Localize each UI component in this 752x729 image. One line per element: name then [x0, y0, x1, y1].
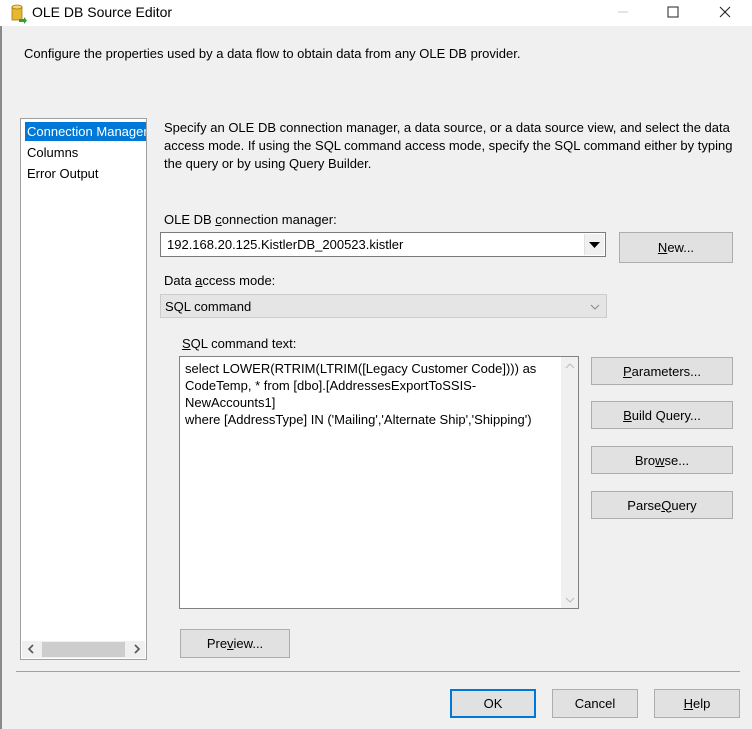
sql-command-text[interactable]: select LOWER(RTRIM(LTRIM([Legacy Custome… [185, 360, 555, 428]
sql-command-textarea[interactable]: select LOWER(RTRIM(LTRIM([Legacy Custome… [179, 356, 579, 609]
parameters-button[interactable]: Parameters... [591, 357, 733, 385]
label-part: OLE DB [164, 212, 216, 227]
data-access-mode-select[interactable]: SQL command [160, 294, 607, 318]
minimize-icon [617, 6, 629, 21]
label-part: Data [164, 273, 196, 288]
button-label: se... [664, 452, 690, 468]
access-key: Q [661, 497, 672, 513]
close-button[interactable] [702, 0, 748, 26]
scroll-right-button[interactable] [128, 641, 145, 658]
access-key: H [683, 696, 694, 711]
chevron-down-icon [565, 592, 575, 607]
scroll-up-button[interactable] [561, 357, 578, 374]
nav-item-error-output[interactable]: Error Output [25, 164, 146, 183]
new-connection-button[interactable]: New... [619, 232, 733, 263]
maximize-button[interactable] [650, 0, 696, 26]
build-query-button[interactable]: Build Query... [591, 401, 733, 429]
access-key: N [657, 240, 668, 255]
nav-item-connection-manager[interactable]: Connection Manager [25, 122, 146, 141]
sql-vertical-scrollbar[interactable] [561, 357, 578, 608]
chevron-right-icon [133, 642, 141, 657]
parse-query-button[interactable]: Parse Query [591, 491, 733, 519]
button-label: iew... [233, 636, 264, 651]
dropdown-arrow-icon [589, 237, 600, 252]
browse-button[interactable]: Bro w se... [591, 446, 733, 474]
page-navigation-list[interactable]: Connection Manager Columns Error Output [20, 118, 147, 660]
data-access-mode-value: SQL command [165, 299, 252, 314]
chevron-up-icon [565, 358, 575, 373]
maximize-icon [667, 6, 679, 21]
access-key: P [622, 363, 632, 379]
button-label: Bro [634, 452, 656, 468]
ok-button[interactable]: OK [450, 689, 536, 718]
scroll-down-button[interactable] [561, 591, 578, 608]
label-part: ccess mode: [202, 273, 276, 288]
label-part: onnection manager: [221, 212, 337, 227]
button-label: Cancel [574, 696, 616, 711]
button-label: arameters... [631, 363, 702, 379]
button-label: uery [671, 497, 697, 513]
scroll-thumb[interactable] [42, 642, 125, 657]
window-title: OLE DB Source Editor [32, 4, 173, 20]
title-bar: OLE DB Source Editor [0, 0, 752, 26]
nav-horizontal-scrollbar[interactable] [22, 641, 145, 658]
chevron-left-icon [27, 642, 35, 657]
cancel-button[interactable]: Cancel [552, 689, 638, 718]
chevron-down-icon [590, 299, 600, 314]
footer-separator [16, 671, 740, 672]
sql-command-label: SQL command text: [182, 336, 296, 351]
window-edge [0, 26, 2, 729]
preview-button[interactable]: Pre v iew... [180, 629, 290, 658]
label-part: QL command text: [190, 336, 297, 351]
scroll-left-button[interactable] [22, 641, 39, 658]
connection-manager-combobox[interactable]: 192.168.20.125.KistlerDB_200523.kistler [160, 232, 606, 257]
connection-dropdown-button[interactable] [584, 234, 604, 255]
button-label: elp [693, 696, 711, 711]
instructions-text: Specify an OLE DB connection manager, a … [164, 120, 733, 171]
button-label: Parse [627, 497, 662, 513]
minimize-button[interactable] [600, 0, 646, 26]
access-key: S [182, 336, 191, 351]
dialog-description: Configure the properties used by a data … [24, 46, 521, 61]
button-label: Pre [206, 636, 228, 651]
connection-manager-value: 192.168.20.125.KistlerDB_200523.kistler [167, 237, 404, 252]
nav-item-columns[interactable]: Columns [25, 143, 146, 162]
access-key: B [623, 407, 632, 423]
button-label: ew... [667, 240, 695, 255]
data-access-mode-label: Data access mode: [164, 273, 275, 288]
connection-manager-label: OLE DB connection manager: [164, 212, 337, 227]
help-button[interactable]: Help [654, 689, 740, 718]
button-label: uild Query... [631, 407, 701, 423]
button-label: OK [483, 696, 503, 711]
database-source-icon [11, 4, 27, 24]
access-key: w [655, 452, 665, 468]
close-icon [719, 6, 731, 21]
